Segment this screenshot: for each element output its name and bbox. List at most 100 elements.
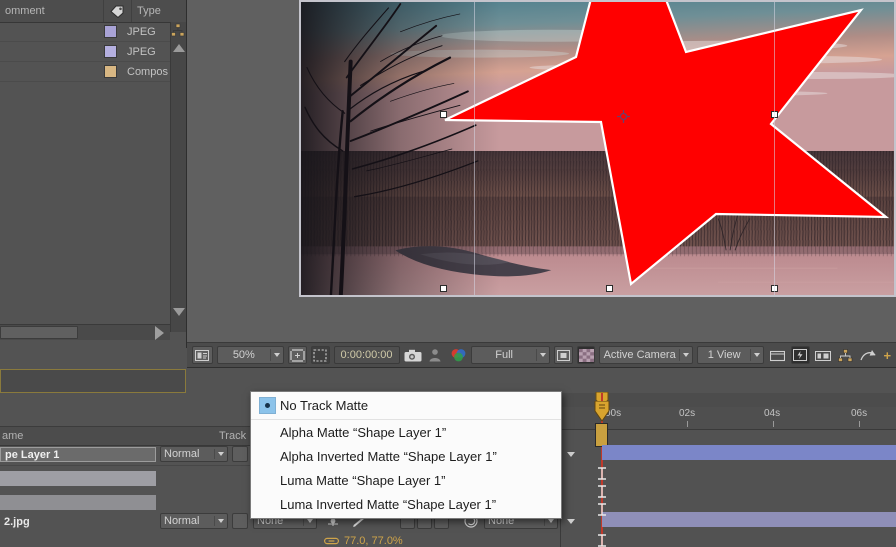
selection-handle[interactable] xyxy=(440,285,447,292)
blend-mode-value: Normal xyxy=(164,515,211,527)
column-header-comment[interactable]: omment xyxy=(0,0,104,22)
menu-item-luma-inverted-matte[interactable]: Luma Inverted Matte “Shape Layer 1” xyxy=(251,492,561,516)
column-header-label[interactable] xyxy=(104,0,132,22)
preserve-transparency-toggle[interactable] xyxy=(232,513,248,529)
keyframe-ibeam-icon[interactable] xyxy=(595,467,609,480)
snapshot-icon[interactable] xyxy=(404,346,423,364)
scroll-down-arrow-icon[interactable] xyxy=(173,308,185,316)
radio-unselected-icon xyxy=(259,472,276,489)
menu-item-label: No Track Matte xyxy=(280,398,368,413)
timeline-scale-property-row[interactable]: 77.0, 77.0% xyxy=(0,533,560,547)
resolution-value: Full xyxy=(475,349,533,361)
fast-previews-icon[interactable] xyxy=(791,346,810,364)
hierarchy-icon[interactable] xyxy=(171,23,185,38)
selection-handle[interactable] xyxy=(440,111,447,118)
link-icon[interactable] xyxy=(324,536,339,546)
radio-unselected-icon xyxy=(259,424,276,441)
selection-edge xyxy=(774,2,775,297)
ruler-tick-label: 06s xyxy=(851,408,867,419)
blend-mode-dropdown[interactable]: Normal xyxy=(160,446,228,462)
selection-handle[interactable] xyxy=(606,285,613,292)
project-item-row[interactable]: JPEG xyxy=(0,22,170,42)
composition-stage[interactable] xyxy=(299,0,896,297)
resolution-dropdown[interactable]: Full xyxy=(471,346,550,364)
track-matte-menu[interactable]: No Track Matte Alpha Matte “Shape Layer … xyxy=(250,391,562,519)
timeline-work-area[interactable] xyxy=(561,393,896,408)
comp-flowchart-icon[interactable] xyxy=(836,346,855,364)
chevron-down-icon xyxy=(274,353,280,357)
region-of-interest-icon[interactable] xyxy=(288,346,307,364)
time-indicator-handle[interactable] xyxy=(595,423,608,447)
property-pill[interactable] xyxy=(0,495,156,510)
scale-value[interactable]: 77.0, 77.0% xyxy=(344,535,403,547)
radio-unselected-icon xyxy=(259,496,276,513)
selection-edge xyxy=(474,2,475,297)
layer-name[interactable]: pe Layer 1 xyxy=(0,447,156,462)
show-snapshot-icon[interactable] xyxy=(426,346,445,364)
menu-item-no-track-matte[interactable]: No Track Matte xyxy=(251,392,561,420)
blend-mode-dropdown[interactable]: Normal xyxy=(160,513,228,529)
keyframe-ibeam-icon[interactable] xyxy=(595,503,609,516)
property-pill[interactable] xyxy=(0,471,156,486)
reset-exposure-icon[interactable] xyxy=(859,346,878,364)
project-horizontal-scrollbar[interactable] xyxy=(0,324,170,340)
anchor-point-icon[interactable] xyxy=(617,110,630,123)
magnification-dropdown[interactable]: 50% xyxy=(217,346,284,364)
menu-item-alpha-inverted-matte[interactable]: Alpha Inverted Matte “Shape Layer 1” xyxy=(251,444,561,468)
project-item-row[interactable]: Compos xyxy=(0,62,170,82)
menu-item-label: Luma Matte “Shape Layer 1” xyxy=(280,473,445,488)
preserve-transparency-toggle[interactable] xyxy=(232,446,248,462)
chevron-down-icon xyxy=(307,519,313,523)
camera-view-dropdown[interactable]: Active Camera xyxy=(599,346,693,364)
menu-item-luma-matte[interactable]: Luma Matte “Shape Layer 1” xyxy=(251,468,561,492)
current-time-field[interactable]: 0:00:00:00 xyxy=(334,346,400,364)
timeline-icon[interactable] xyxy=(814,346,833,364)
pixel-aspect-icon[interactable] xyxy=(768,346,787,364)
column-label-name: ame xyxy=(2,430,23,442)
playhead-marker-icon[interactable] xyxy=(594,401,610,423)
mask-toggle-icon[interactable] xyxy=(311,346,330,364)
after-effects-window: omment Type JPEG JPEG xyxy=(0,0,896,547)
label-swatch[interactable] xyxy=(104,65,117,78)
chevron-down-icon[interactable] xyxy=(567,519,575,524)
chevron-down-icon xyxy=(218,519,224,523)
composition-toolbar: 50% 0:00:00:00 Full xyxy=(187,342,896,368)
magnification-value: 50% xyxy=(221,349,267,361)
layer-duration-bar[interactable] xyxy=(602,445,896,460)
layer-duration-bar[interactable] xyxy=(602,512,896,527)
radio-selected-icon xyxy=(259,397,276,414)
scrollbar-thumb[interactable] xyxy=(0,326,78,339)
always-preview-icon[interactable] xyxy=(192,346,213,364)
region-crop-icon[interactable] xyxy=(554,346,573,364)
project-column-headers: omment Type xyxy=(0,0,186,23)
keyframe-ibeam-icon[interactable] xyxy=(595,485,609,498)
shape-layer-star[interactable] xyxy=(301,2,896,297)
chevron-down-icon xyxy=(540,353,546,357)
label-swatch[interactable] xyxy=(104,25,117,38)
menu-item-label: Alpha Inverted Matte “Shape Layer 1” xyxy=(280,449,497,464)
timeline-ruler[interactable]: 00s 02s 04s 06s xyxy=(561,407,896,430)
menu-item-alpha-matte[interactable]: Alpha Matte “Shape Layer 1” xyxy=(251,420,561,444)
timeline-tab-strip[interactable] xyxy=(0,369,186,393)
menu-item-label: Luma Inverted Matte “Shape Layer 1” xyxy=(280,497,496,512)
blend-mode-value: Normal xyxy=(164,448,211,460)
view-layout-dropdown[interactable]: 1 View xyxy=(697,346,764,364)
scroll-right-arrow-icon[interactable] xyxy=(155,326,164,340)
label-swatch[interactable] xyxy=(104,45,117,58)
ruler-tick-label: 04s xyxy=(764,408,780,419)
column-header-type[interactable]: Type xyxy=(132,0,186,22)
scroll-up-arrow-icon[interactable] xyxy=(173,44,185,52)
item-type: Compos xyxy=(127,66,168,78)
keyframe-ibeam-icon[interactable] xyxy=(595,534,609,547)
transparency-grid-icon[interactable] xyxy=(577,346,596,364)
item-type: JPEG xyxy=(127,26,156,38)
project-item-row[interactable]: JPEG xyxy=(0,42,170,62)
radio-unselected-icon xyxy=(259,448,276,465)
chevron-down-icon[interactable] xyxy=(567,452,575,457)
layer-name[interactable]: 2.jpg xyxy=(0,514,156,529)
project-item-list: JPEG JPEG Compos xyxy=(0,22,170,82)
project-vertical-scrollbar[interactable] xyxy=(170,22,186,332)
plus-icon[interactable]: + xyxy=(883,348,891,363)
chevron-down-icon xyxy=(218,452,224,456)
channel-icon[interactable] xyxy=(449,346,468,364)
